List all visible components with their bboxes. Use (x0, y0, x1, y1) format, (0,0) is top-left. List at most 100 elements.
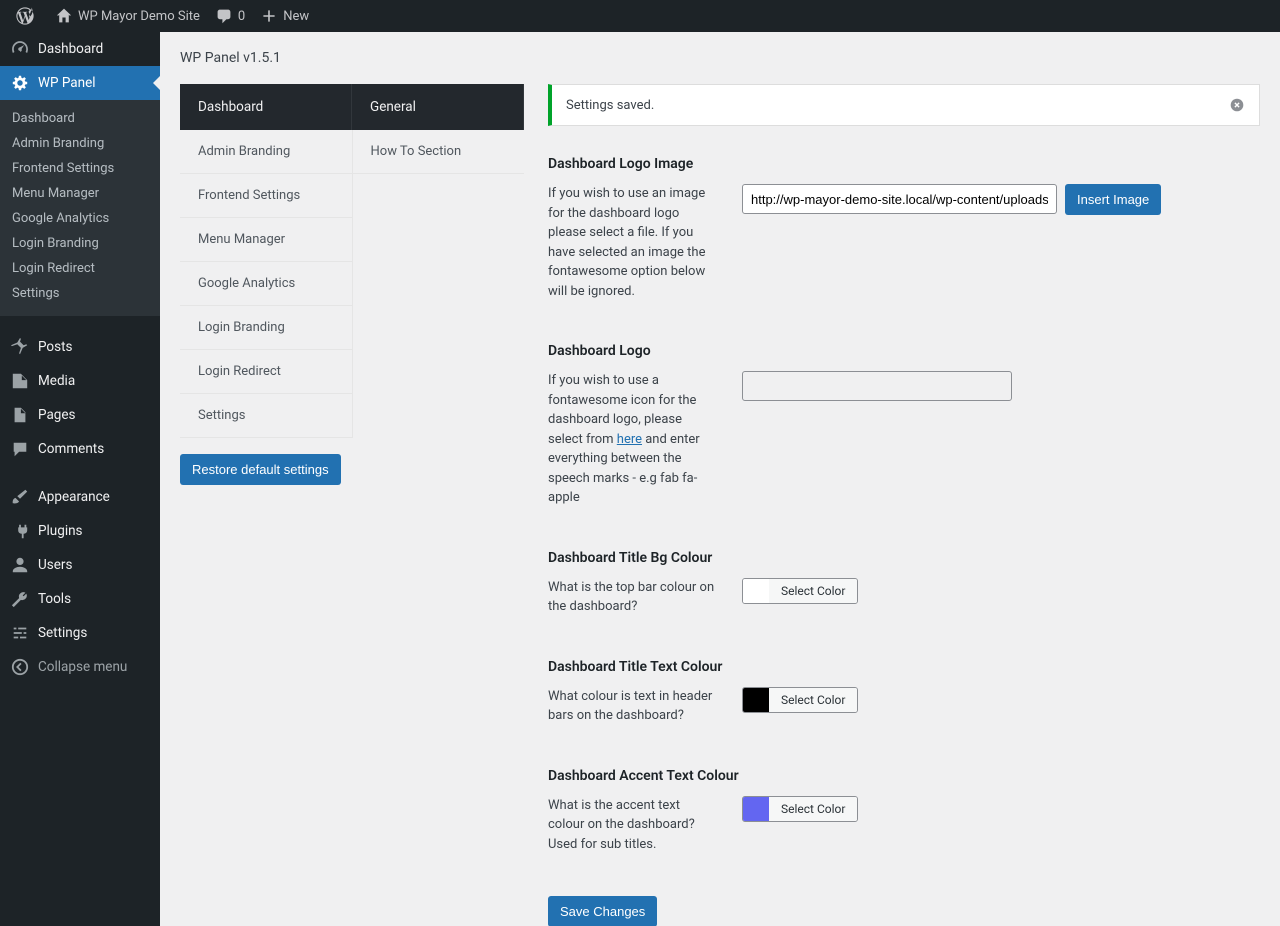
menu-media[interactable]: Media (0, 364, 160, 398)
select-color-label: Select Color (769, 797, 857, 821)
field-title: Dashboard Logo (548, 343, 1260, 359)
menu-tools[interactable]: Tools (0, 582, 160, 616)
nav-login-redirect[interactable]: Login Redirect (180, 350, 352, 394)
sub-admin-branding[interactable]: Admin Branding (0, 131, 160, 156)
field-title: Dashboard Logo Image (548, 156, 1260, 172)
menu-label: Settings (38, 625, 87, 641)
menu-plugins[interactable]: Plugins (0, 514, 160, 548)
sub-frontend-settings[interactable]: Frontend Settings (0, 156, 160, 181)
tab-dashboard[interactable]: Dashboard (180, 84, 352, 130)
settings-area: Settings saved. Dashboard Logo Image If … (548, 84, 1260, 926)
user-icon (10, 556, 30, 574)
nav-admin-branding[interactable]: Admin Branding (180, 130, 352, 174)
logo-icon-input[interactable] (742, 371, 1012, 401)
collapse-icon (10, 658, 30, 676)
field-title: Dashboard Title Bg Colour (548, 550, 1260, 566)
nav-frontend-settings[interactable]: Frontend Settings (180, 174, 352, 218)
field-desc: What is the top bar colour on the dashbo… (548, 578, 718, 617)
fontawesome-link[interactable]: here (617, 432, 642, 447)
comments-count: 0 (238, 9, 245, 24)
dashboard-icon (10, 40, 30, 58)
sub-login-redirect[interactable]: Login Redirect (0, 256, 160, 281)
menu-users[interactable]: Users (0, 548, 160, 582)
comments-link[interactable]: 0 (208, 0, 253, 32)
field-title-text-colour: Dashboard Title Text Colour What colour … (548, 659, 1260, 726)
field-dashboard-logo: Dashboard Logo If you wish to use a font… (548, 343, 1260, 508)
save-changes-button[interactable]: Save Changes (548, 896, 657, 926)
plus-icon (261, 8, 277, 24)
sub-settings[interactable]: Settings (0, 281, 160, 306)
menu-wp-panel[interactable]: WP Panel (0, 66, 160, 100)
media-icon (10, 372, 30, 390)
wp-panel-submenu: Dashboard Admin Branding Frontend Settin… (0, 100, 160, 316)
menu-pages[interactable]: Pages (0, 398, 160, 432)
new-label: New (283, 9, 309, 24)
field-title: Dashboard Accent Text Colour (548, 768, 1260, 784)
menu-comments[interactable]: Comments (0, 432, 160, 466)
accent-text-color-picker[interactable]: Select Color (742, 796, 858, 822)
collapse-menu[interactable]: Collapse menu (0, 650, 160, 684)
plug-icon (10, 522, 30, 540)
menu-label: WP Panel (38, 75, 96, 91)
logo-image-input[interactable] (742, 184, 1057, 214)
brush-icon (10, 488, 30, 506)
wp-logo-menu[interactable] (8, 0, 48, 32)
field-desc: What colour is text in header bars on th… (548, 687, 718, 726)
collapse-label: Collapse menu (38, 659, 127, 675)
menu-label: Dashboard (38, 41, 103, 57)
select-color-label: Select Color (769, 688, 857, 712)
wrench-icon (10, 590, 30, 608)
menu-label: Comments (38, 441, 104, 457)
settings-nav: Dashboard General Admin Branding Fronten… (180, 84, 524, 485)
sub-login-branding[interactable]: Login Branding (0, 231, 160, 256)
nav-login-branding[interactable]: Login Branding (180, 306, 352, 350)
menu-separator (0, 316, 160, 330)
nav-how-to[interactable]: How To Section (353, 130, 525, 174)
menu-dashboard[interactable]: Dashboard (0, 32, 160, 66)
page-title: WP Panel v1.5.1 (180, 42, 1260, 84)
sub-menu-manager[interactable]: Menu Manager (0, 181, 160, 206)
field-desc: What is the accent text colour on the da… (548, 796, 718, 855)
content-area: WP Panel v1.5.1 Dashboard General Admin … (160, 32, 1280, 926)
tab-general[interactable]: General (352, 84, 524, 130)
title-text-color-picker[interactable]: Select Color (742, 687, 858, 713)
comment-icon (10, 440, 30, 458)
menu-label: Pages (38, 407, 76, 423)
admin-sidebar: Dashboard WP Panel Dashboard Admin Brand… (0, 32, 160, 926)
color-swatch (743, 688, 769, 712)
menu-separator (0, 466, 160, 480)
nav-settings[interactable]: Settings (180, 394, 352, 438)
menu-label: Tools (38, 591, 71, 607)
menu-label: Users (38, 557, 72, 573)
nav-google-analytics[interactable]: Google Analytics (180, 262, 352, 306)
field-desc: If you wish to use an image for the dash… (548, 184, 718, 301)
field-accent-text-colour: Dashboard Accent Text Colour What is the… (548, 768, 1260, 855)
restore-default-button[interactable]: Restore default settings (180, 454, 341, 485)
menu-label: Appearance (38, 489, 110, 505)
menu-settings[interactable]: Settings (0, 616, 160, 650)
new-content-link[interactable]: New (253, 0, 317, 32)
sliders-icon (10, 624, 30, 642)
field-desc: If you wish to use a fontawesome icon fo… (548, 371, 718, 508)
site-name-link[interactable]: WP Mayor Demo Site (48, 0, 208, 32)
select-color-label: Select Color (769, 579, 857, 603)
sub-google-analytics[interactable]: Google Analytics (0, 206, 160, 231)
site-name: WP Mayor Demo Site (78, 9, 200, 24)
color-swatch (743, 579, 769, 603)
title-bg-color-picker[interactable]: Select Color (742, 578, 858, 604)
dismiss-icon[interactable] (1229, 97, 1245, 113)
color-swatch (743, 797, 769, 821)
menu-label: Posts (38, 339, 72, 355)
menu-label: Plugins (38, 523, 83, 539)
sub-dashboard[interactable]: Dashboard (0, 106, 160, 131)
field-title-bg-colour: Dashboard Title Bg Colour What is the to… (548, 550, 1260, 617)
menu-posts[interactable]: Posts (0, 330, 160, 364)
wordpress-icon (16, 7, 34, 25)
nav-menu-manager[interactable]: Menu Manager (180, 218, 352, 262)
menu-appearance[interactable]: Appearance (0, 480, 160, 514)
insert-image-button[interactable]: Insert Image (1065, 184, 1161, 215)
page-icon (10, 406, 30, 424)
field-dashboard-logo-image: Dashboard Logo Image If you wish to use … (548, 156, 1260, 301)
settings-saved-notice: Settings saved. (548, 84, 1260, 126)
comment-icon (216, 8, 232, 24)
